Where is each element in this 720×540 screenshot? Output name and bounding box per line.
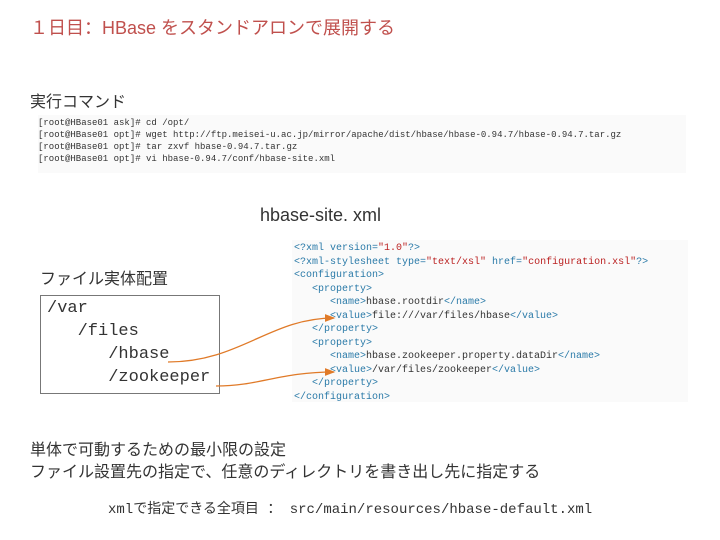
xml-l3: <configuration> — [294, 270, 384, 281]
cmd-line-1: [root@HBase01 ask]# cd /opt/ — [38, 118, 189, 128]
xml-l5c: </name> — [444, 297, 486, 308]
xml-l6a: <value> — [294, 311, 372, 322]
xml-l11: </property> — [294, 378, 378, 389]
command-block: [root@HBase01 ask]# cd /opt/ [root@HBase… — [38, 115, 686, 173]
cmd-line-2: [root@HBase01 opt]# wget http://ftp.meis… — [38, 130, 621, 140]
xml-l10c: </value> — [492, 365, 540, 376]
xml-l1b: "1.0" — [378, 243, 408, 254]
xml-l9a: <name> — [294, 351, 366, 362]
xml-l2d: "configuration.xsl" — [522, 257, 636, 268]
xml-l9c: </name> — [558, 351, 600, 362]
xml-l2c: href= — [486, 257, 522, 268]
xml-l5b: hbase.rootdir — [366, 297, 444, 308]
xml-l2e: ?> — [636, 257, 648, 268]
footnote: xmlで指定できる全項目 ： src/main/resources/hbase-… — [108, 498, 592, 518]
file-layout-label: ファイル実体配置 — [40, 265, 168, 289]
xml-l4: <property> — [294, 284, 372, 295]
xml-l10b: /var/files/zookeeper — [372, 365, 492, 376]
slide: １日目：HBase をスタンドアロンで展開する 実行コマンド [root@HBa… — [0, 0, 720, 540]
xml-l5a: <name> — [294, 297, 366, 308]
directory-tree: /var /files /hbase /zookeeper — [40, 295, 220, 394]
cmd-line-3: [root@HBase01 opt]# tar zxvf hbase-0.94.… — [38, 142, 297, 152]
xml-l10a: <value> — [294, 365, 372, 376]
xml-l6c: </value> — [510, 311, 558, 322]
xml-l7: </property> — [294, 324, 378, 335]
xml-l2b: "text/xsl" — [426, 257, 486, 268]
exec-command-label: 実行コマンド — [30, 88, 126, 112]
hbase-site-label: hbase-site. xml — [260, 205, 381, 226]
note-line-2: ファイル設置先の指定で、任意のディレクトリを書き出し先に指定する — [30, 462, 540, 484]
cmd-line-4: [root@HBase01 opt]# vi hbase-0.94.7/conf… — [38, 154, 335, 164]
xml-l1c: ?> — [408, 243, 420, 254]
page-title: １日目：HBase をスタンドアロンで展開する — [30, 14, 395, 40]
note-line-1: 単体で可動するための最小限の設定 — [30, 440, 540, 462]
xml-l6b: file:///var/files/hbase — [372, 311, 510, 322]
xml-l12: </configuration> — [294, 392, 390, 403]
xml-config-block: <?xml version="1.0"?> <?xml-stylesheet t… — [292, 240, 688, 402]
xml-l8: <property> — [294, 338, 372, 349]
xml-l9b: hbase.zookeeper.property.dataDir — [366, 351, 558, 362]
xml-l1a: <?xml version= — [294, 243, 378, 254]
notes-block: 単体で可動するための最小限の設定 ファイル設置先の指定で、任意のディレクトリを書… — [30, 440, 540, 483]
xml-l2a: <?xml-stylesheet type= — [294, 257, 426, 268]
